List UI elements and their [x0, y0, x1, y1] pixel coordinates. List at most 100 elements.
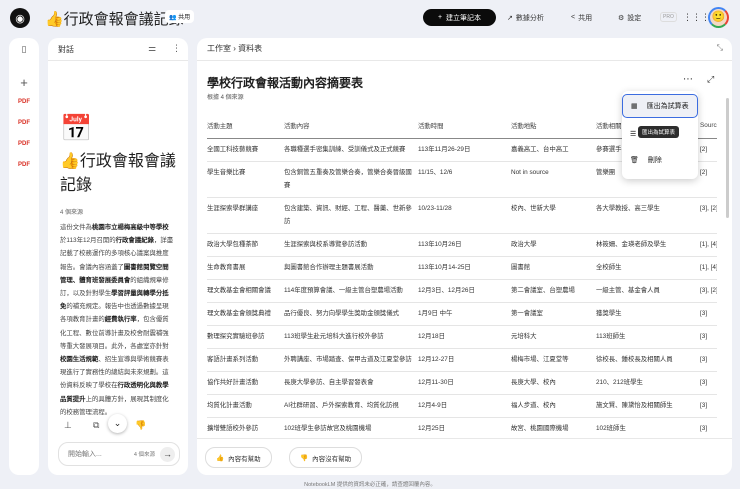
- notebook-heading: 👍行政會報會議記錄: [60, 153, 176, 194]
- table-cell: Not in source: [511, 161, 596, 198]
- table-cell: 第二會議室、台塑農場: [511, 279, 596, 303]
- table-cell: 113班師生: [596, 325, 700, 349]
- table-cell: 210、212班學生: [596, 371, 700, 395]
- breadcrumb-data-table: 資料表: [238, 44, 263, 53]
- table-row: 協作共好計畫活動 長庚大學參訪、自主學習發表會 12月11-30日 長庚大學、校內 21…: [207, 371, 717, 395]
- sources-rail: ▯ + PDF PDF PDF PDF: [9, 38, 39, 475]
- table-cell: 12月4-9日: [418, 394, 511, 418]
- breadcrumb-studio[interactable]: 工作室: [207, 44, 231, 53]
- table-cell: 福人步道、校內: [511, 394, 596, 418]
- table-cell: AI社群研習、戶外探索教育、均質化訪視: [284, 394, 418, 418]
- settings-button[interactable]: ⚙ 設定: [618, 9, 641, 26]
- table-cell: [3]: [700, 302, 717, 326]
- shared-label: 共用: [178, 15, 191, 21]
- not-helpful-button[interactable]: 👎 內容沒有幫助: [289, 447, 363, 468]
- table-cell: 全國工科技藝競賽: [207, 138, 284, 162]
- notebook-title[interactable]: 👍行政會報會議記錄: [45, 8, 184, 29]
- column-header[interactable]: 活動地點: [511, 114, 596, 139]
- table-scrollbar[interactable]: [726, 98, 729, 218]
- pdf-source-icon[interactable]: PDF: [9, 120, 39, 126]
- divider: [197, 438, 732, 439]
- table-row: 客語計畫系列活動 外聘講座、市場踏查、保甲古道及江夏堂參訪 12月12-27日 楊梅市…: [207, 348, 717, 372]
- settings-label: 設定: [627, 14, 642, 22]
- table-cell: 一級主管、基金會人員: [596, 279, 700, 303]
- export-label: 匯出為試算表: [646, 103, 689, 110]
- thumbs-down-icon[interactable]: 👎: [135, 420, 146, 431]
- analytics-button[interactable]: ↗ 數據分析: [507, 9, 544, 26]
- share-button[interactable]: < 共用: [571, 9, 592, 26]
- table-cell: 林筱姍、金瑛老師及學生: [596, 233, 700, 257]
- people-icon: 👥: [169, 15, 177, 21]
- table-cell: [3]: [700, 325, 717, 349]
- table-icon: ▦: [631, 103, 638, 110]
- panel-toggle-icon[interactable]: ▯: [9, 44, 39, 55]
- table-cell: 11/15、12/6: [418, 161, 511, 198]
- table-row: 數理探究實驗班參訪 113班學生赴元培科大進行校外參訪 12月18日 元培科大 113班…: [207, 325, 717, 349]
- table-cell: 故宮、桃園國際機場: [511, 417, 596, 432]
- table-cell: [3]: [700, 371, 717, 395]
- table-title: 學校行政會報活動內容摘要表: [207, 76, 364, 90]
- table-cell: 1月9日 中午: [418, 302, 511, 326]
- breadcrumb-separator: ›: [233, 44, 236, 53]
- send-arrow-icon[interactable]: →: [160, 446, 175, 462]
- table-cell: 包含建築、資訊、財經、工程、醫藥、世新參訪: [284, 197, 418, 234]
- table-cell: [3]: [700, 417, 717, 432]
- chat-input-placeholder: 開始輸入...: [68, 451, 102, 458]
- column-header[interactable]: 活動內容: [284, 114, 418, 139]
- export-to-sheets-menu-item[interactable]: ▦ 匯出為試算表: [622, 94, 698, 118]
- pdf-source-icon[interactable]: PDF: [9, 162, 39, 168]
- helpful-button[interactable]: 👍 內容有幫助: [205, 447, 272, 468]
- table-cell: [2]: [700, 161, 717, 198]
- more-horiz-icon[interactable]: ⋯: [683, 74, 693, 85]
- notebooklm-logo[interactable]: ◉: [10, 8, 30, 28]
- column-header[interactable]: 活動主題: [207, 114, 284, 139]
- table-cell: 12月3日、12月26日: [418, 279, 511, 303]
- table-cell: 嘉義高工、台中高工: [511, 138, 596, 162]
- chat-panel: 對話 ⚌ ⋮ 📅 👍行政會報會議記錄 4 個來源 這份文件為桃園市立楊梅高級中等…: [48, 38, 188, 475]
- delete-menu-item[interactable]: 🗑 刪除: [622, 148, 698, 172]
- input-source-count: 4 個來源: [133, 452, 155, 458]
- expand-icon[interactable]: ⤢: [707, 74, 714, 85]
- table-cell: 12月11-30日: [418, 371, 511, 395]
- table-cell: 長庚大學、校內: [511, 371, 596, 395]
- table-cell: 施文賢、陳黛怡及相關師生: [596, 394, 700, 418]
- table-cell: 外聘講座、市場踏查、保甲古道及江夏堂參訪: [284, 348, 418, 372]
- table-cell: 學生音樂比賽: [207, 161, 284, 198]
- table-cell: 均質化計畫活動: [207, 394, 284, 418]
- pin-icon[interactable]: ⊥: [64, 420, 72, 431]
- table-cell: 113年10月14-25日: [418, 256, 511, 280]
- table-cell: [3]: [700, 394, 717, 418]
- analytics-label: 數據分析: [515, 14, 544, 22]
- summary-text: 於113年12月召開的: [60, 237, 116, 245]
- table-cell: 獲獎學生: [596, 302, 700, 326]
- table-cell: 校內、世新大學: [511, 197, 596, 234]
- more-vert-icon[interactable]: ⋮: [172, 43, 181, 54]
- apps-grid-icon[interactable]: ⋮⋮⋮: [683, 12, 710, 23]
- table-cell: 113年10月26日: [418, 233, 511, 257]
- collapse-icon[interactable]: ⤡: [717, 43, 723, 53]
- chat-input[interactable]: 開始輸入... 4 個來源 →: [58, 442, 180, 466]
- gear-icon: ⚙: [618, 14, 625, 22]
- table-cell: [1], [4]: [700, 233, 717, 257]
- table-cell: 楊梅市場、江夏堂等: [511, 348, 596, 372]
- copy-icon[interactable]: ⧉: [93, 420, 99, 431]
- thumbs-up-icon: 👍: [216, 454, 225, 462]
- table-cell: 12月12-27日: [418, 348, 511, 372]
- table-cell: 10/23-11/28: [418, 197, 511, 234]
- plus-icon: +: [437, 14, 443, 21]
- pdf-source-icon[interactable]: PDF: [9, 141, 39, 147]
- table-row: 理文教基金會頒獎典禮 品行優良、努力向學學生獎助金頒獎儀式 1月9日 中午 第一會議室…: [207, 302, 717, 326]
- pdf-source-icon[interactable]: PDF: [9, 99, 39, 105]
- tune-icon[interactable]: ⚌: [148, 43, 156, 54]
- create-notebook-button[interactable]: + 建立筆記本: [423, 9, 496, 26]
- add-source-icon[interactable]: +: [9, 75, 39, 90]
- table-cell: 協作共好計畫活動: [207, 371, 284, 395]
- column-header[interactable]: Source: [700, 114, 717, 139]
- scroll-down-button[interactable]: ⌄: [108, 414, 127, 433]
- table-cell: 102班師生: [596, 417, 700, 432]
- create-notebook-label: 建立筆記本: [446, 14, 482, 22]
- column-header[interactable]: 活動時間: [418, 114, 511, 139]
- summary-highlight: 桃園市立楊梅高級中等學校: [91, 224, 169, 231]
- table-cell: 理文教基金會相關會議: [207, 279, 284, 303]
- avatar[interactable]: 🙂: [708, 7, 729, 28]
